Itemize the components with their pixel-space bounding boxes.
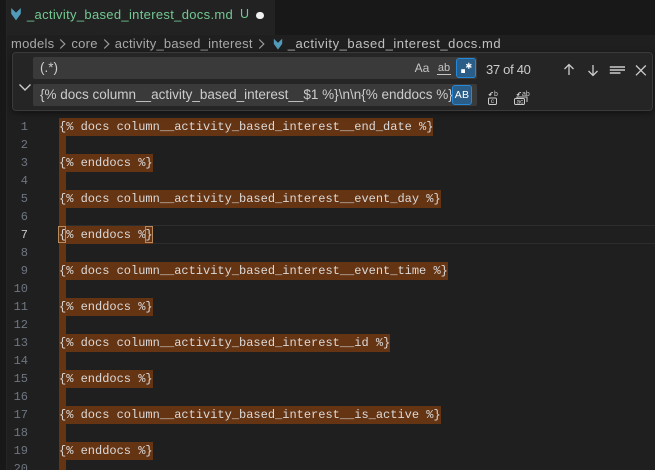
svg-text:b: b: [494, 91, 498, 98]
svg-text:ac: ac: [517, 99, 525, 106]
